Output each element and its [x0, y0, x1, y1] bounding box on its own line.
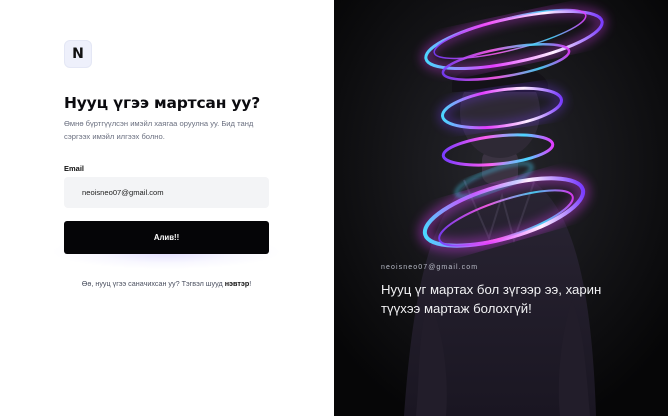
email-label: Email — [64, 164, 85, 173]
brand-logo[interactable]: N — [64, 40, 92, 68]
login-prompt-text: Өө, нууц үгээ саначихсан уу? Тэгвэл шууд — [81, 279, 225, 288]
hero-email-caption: neoisneo07@gmail.com — [381, 264, 479, 271]
page-description: Өмнө бүртгүүлсэн имэйл хаягаа оруулна уу… — [64, 119, 254, 141]
hero-quote: Нууц үг мартах бол зүгээр ээ, харин түүх… — [381, 282, 602, 316]
submit-button[interactable]: Алив!! — [64, 221, 269, 254]
email-field[interactable] — [64, 177, 269, 208]
submit-button-wrap: Алив!! — [54, 221, 279, 269]
forgot-password-panel: N Нууц үгээ мартсан уу? Өмнө бүртгүүлсэн… — [0, 0, 334, 416]
login-prompt: Өө, нууц үгээ саначихсан уу? Тэгвэл шууд… — [64, 279, 269, 288]
login-prompt-end: ! — [249, 279, 252, 288]
login-link[interactable]: нэвтэр — [225, 279, 250, 288]
hero-panel: neoisneo07@gmail.com Нууц үг мартах бол … — [334, 0, 668, 416]
page-title: Нууц үгээ мартсан уу? — [64, 94, 260, 112]
hero-illustration — [334, 0, 668, 416]
